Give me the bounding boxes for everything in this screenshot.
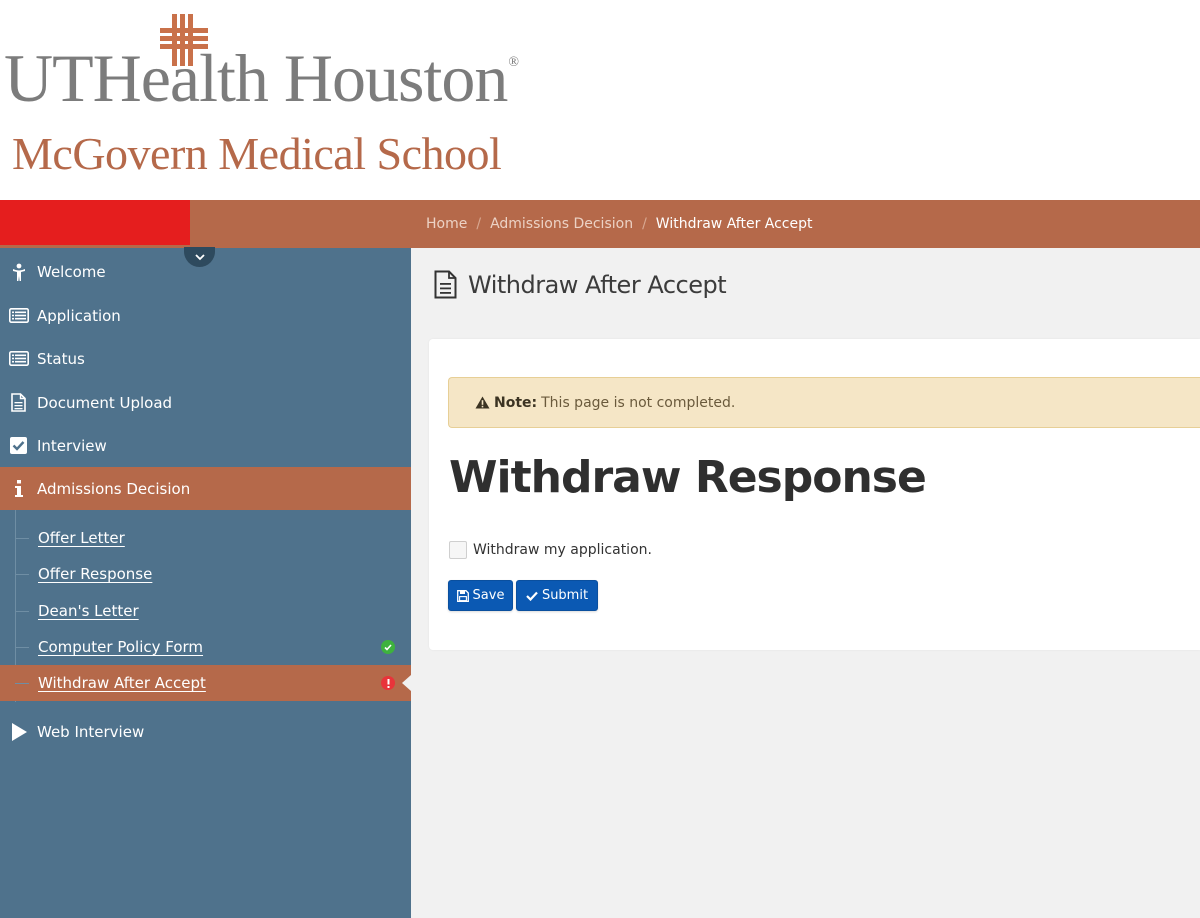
document-icon xyxy=(434,270,457,299)
sidebar-item-admissions-decision[interactable]: Admissions Decision xyxy=(0,467,411,510)
submit-button[interactable]: Submit xyxy=(516,580,598,611)
save-button-label: Save xyxy=(472,588,505,603)
breadcrumb-current: Withdraw After Accept xyxy=(655,216,813,232)
sidebar-item-web-interview[interactable]: Web Interview xyxy=(0,710,411,753)
withdraw-checkbox-label[interactable]: Withdraw my application. xyxy=(473,542,652,558)
person-icon xyxy=(0,263,37,281)
subnav-item-computer-policy-form[interactable]: Computer Policy Form xyxy=(0,629,411,665)
subnav-item-link[interactable]: Offer Letter xyxy=(38,529,125,547)
subnav-item-link[interactable]: Computer Policy Form xyxy=(38,638,203,656)
subnav-tick xyxy=(15,647,29,648)
warning-alert: Note: This page is not completed. xyxy=(448,377,1200,428)
subnav-item-link[interactable]: Dean's Letter xyxy=(38,602,139,620)
sidebar-item-label: Application xyxy=(37,306,121,325)
page-title: Withdraw After Accept xyxy=(468,270,727,299)
sidebar-item-interview[interactable]: Interview xyxy=(0,424,411,467)
alert-message: This page is not completed. xyxy=(541,394,736,411)
redaction-block xyxy=(0,200,190,245)
sidebar-item-label: Status xyxy=(37,349,85,368)
subnav-tick xyxy=(15,538,29,539)
info-icon xyxy=(0,480,37,497)
site-header: UTHealth Houston® McGovern Medical Schoo… xyxy=(0,0,1200,200)
subnav-tick xyxy=(15,683,29,684)
breadcrumb-home[interactable]: Home xyxy=(426,216,467,232)
subnav-tick xyxy=(15,611,29,612)
check-icon xyxy=(526,591,538,601)
sidebar-item-label: Welcome xyxy=(37,262,106,281)
breadcrumb-admissions-decision[interactable]: Admissions Decision xyxy=(490,216,633,232)
brand-primary-name: UTHealth Houston® xyxy=(4,40,519,116)
breadcrumb-separator: / xyxy=(476,216,482,232)
sidebar: Welcome Application Status Document Uplo… xyxy=(0,247,411,918)
subnav-tick xyxy=(15,574,29,575)
exclamation-circle-icon xyxy=(381,676,395,690)
subnav-item-offer-letter[interactable]: Offer Letter xyxy=(0,520,411,556)
sidebar-item-status[interactable]: Status xyxy=(0,337,411,380)
save-button[interactable]: Save xyxy=(448,580,513,611)
checkbox-icon xyxy=(0,437,37,454)
sidebar-item-document-upload[interactable]: Document Upload xyxy=(0,381,411,424)
sidebar-item-label: Web Interview xyxy=(37,722,145,741)
floppy-disk-icon xyxy=(456,589,469,602)
sidebar-item-label: Interview xyxy=(37,436,107,455)
top-bar: Home / Admissions Decision / Withdraw Af… xyxy=(0,200,1200,248)
sidebar-item-label: Document Upload xyxy=(37,393,173,412)
submit-button-label: Submit xyxy=(541,588,589,603)
sidebar-item-welcome[interactable]: Welcome xyxy=(0,250,411,293)
sidebar-item-application[interactable]: Application xyxy=(0,294,411,337)
check-circle-icon xyxy=(381,640,395,654)
section-title: Withdraw Response xyxy=(449,452,927,503)
active-indicator-caret xyxy=(402,675,411,691)
play-icon xyxy=(0,722,37,741)
withdraw-checkbox[interactable] xyxy=(449,541,467,559)
brand-secondary-name: McGovern Medical School xyxy=(12,128,502,179)
subnav-item-link[interactable]: Withdraw After Accept xyxy=(38,674,206,692)
withdraw-option: Withdraw my application. xyxy=(449,541,652,559)
subnav-item-deans-letter[interactable]: Dean's Letter xyxy=(0,593,411,629)
subnav-item-link[interactable]: Offer Response xyxy=(38,565,152,583)
sidebar-item-label: Admissions Decision xyxy=(37,479,191,498)
warning-icon xyxy=(475,396,490,409)
alert-label: Note: xyxy=(494,394,538,411)
subnav-item-withdraw-after-accept[interactable]: Withdraw After Accept xyxy=(0,665,411,701)
breadcrumb: Home / Admissions Decision / Withdraw Af… xyxy=(426,200,813,248)
breadcrumb-separator: / xyxy=(642,216,647,232)
page-header: Withdraw After Accept xyxy=(434,270,727,299)
list-icon xyxy=(0,308,37,323)
subnav-item-offer-response[interactable]: Offer Response xyxy=(0,556,411,592)
list-icon xyxy=(0,351,37,366)
document-icon xyxy=(0,393,37,412)
